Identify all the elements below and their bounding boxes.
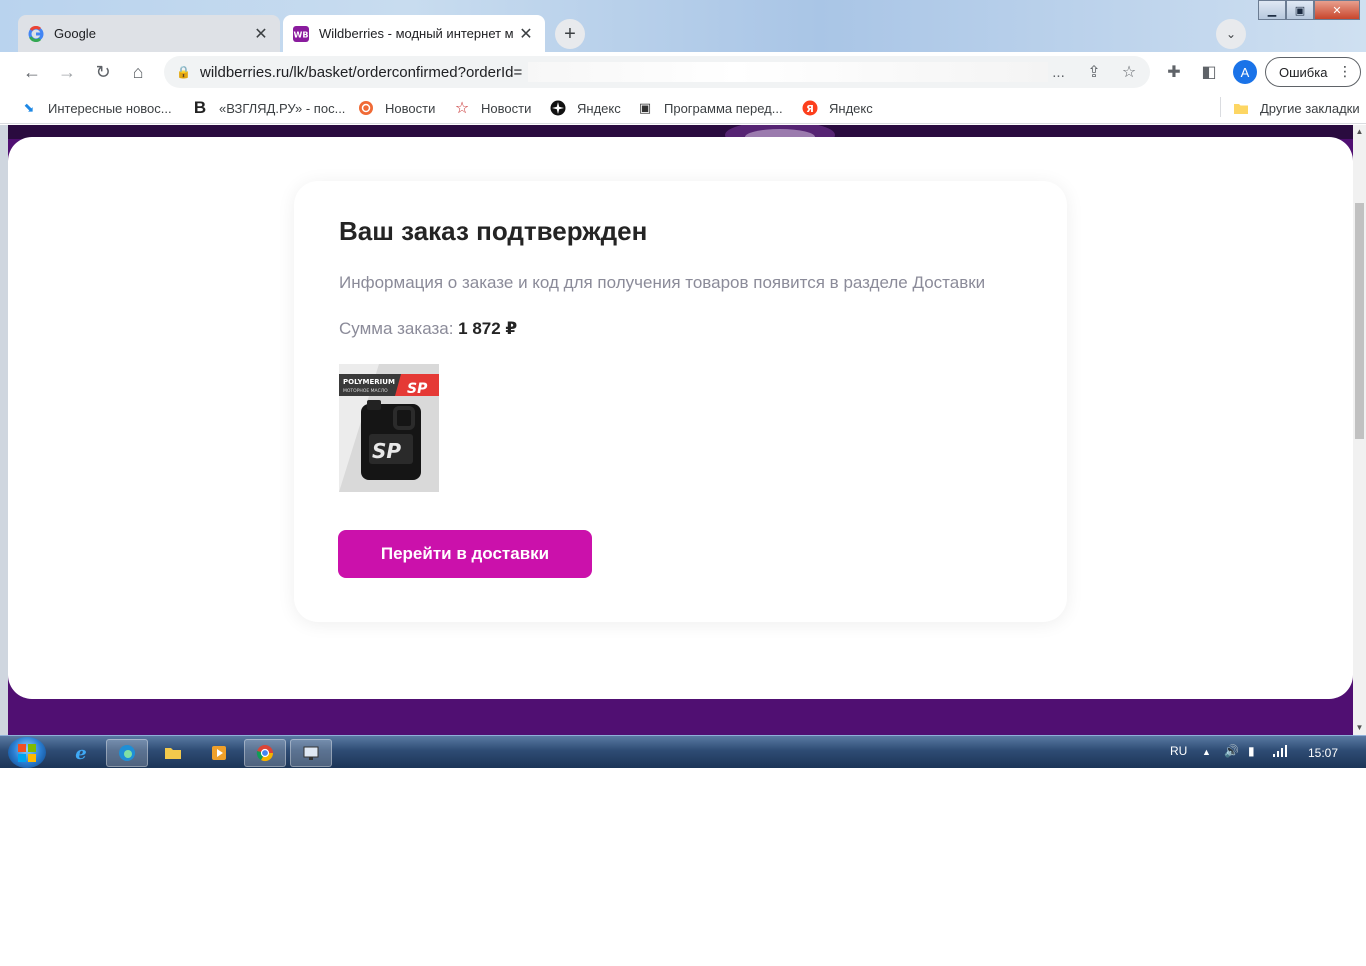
tab-wildberries[interactable]: WB Wildberries - модный интернет м ✕: [283, 15, 545, 52]
menu-dots-icon: ⋮: [1338, 63, 1352, 79]
minimize-icon[interactable]: ▁: [1258, 0, 1286, 20]
page-title: Ваш заказ подтвержден: [339, 216, 648, 246]
svg-text:WB: WB: [294, 30, 309, 39]
product-sub: МОТОРНОЕ МАСЛО: [343, 388, 388, 394]
close-icon[interactable]: ✕: [517, 25, 535, 43]
browser-tab-strip: Google ✕ WB Wildberries - модный интерне…: [0, 0, 1366, 52]
forward-arrow-icon[interactable]: →: [55, 60, 79, 84]
bookmark-item[interactable]: ☆ Новости: [453, 99, 532, 117]
internet-explorer-icon[interactable]: e: [60, 739, 102, 767]
news-icon: ⬊: [23, 100, 35, 115]
tab-search-chevron-icon[interactable]: ⌄: [1216, 19, 1246, 49]
tab-title: Wildberries - модный интернет м: [319, 26, 514, 41]
new-tab-button[interactable]: +: [555, 19, 585, 49]
bookmark-label: Новости: [481, 100, 532, 116]
volume-icon[interactable]: 🔊: [1224, 744, 1239, 758]
order-sum-value: 1 872 ₽: [458, 319, 518, 338]
vzglyad-icon: B: [193, 98, 207, 117]
yandex-compass-icon: [549, 99, 567, 117]
star-outline-icon: ☆: [454, 100, 470, 117]
address-bar[interactable]: 🔒 wildberries.ru/lk/basket/orderconfirme…: [164, 56, 1150, 88]
profile-avatar[interactable]: A: [1233, 60, 1257, 84]
star-icon[interactable]: ☆: [1119, 62, 1139, 82]
bookmark-item[interactable]: Новости: [357, 99, 435, 117]
error-button[interactable]: Ошибка ⋮: [1265, 57, 1361, 87]
scroll-down-arrow-icon[interactable]: ▼: [1355, 723, 1364, 732]
reload-icon[interactable]: ↻: [91, 60, 115, 84]
product-logo: SP: [407, 381, 428, 397]
tv-program-icon: ▣: [638, 100, 652, 115]
url-ellipsis: ...: [1052, 63, 1065, 81]
tab-google[interactable]: Google ✕: [18, 15, 280, 52]
extensions-puzzle-icon[interactable]: ✚: [1164, 62, 1184, 82]
other-bookmarks[interactable]: Другие закладки: [1232, 99, 1360, 117]
network-signal-icon[interactable]: [1272, 744, 1288, 761]
order-info-text: Информация о заказе и код для получения …: [339, 273, 986, 292]
window-close-icon[interactable]: ✕: [1314, 0, 1360, 20]
window-controls: ▁ ▣ ✕: [1258, 0, 1360, 20]
scrollbar-thumb[interactable]: [1355, 203, 1364, 439]
edge-icon[interactable]: [106, 739, 148, 767]
page-viewport: Ваш заказ подтвержден Информация о заказ…: [0, 125, 1366, 735]
bookmark-item[interactable]: ▣ Программа перед...: [636, 99, 783, 117]
news-globe-icon: [357, 99, 375, 117]
close-icon[interactable]: ✕: [252, 25, 270, 43]
bookmarks-separator: [1220, 97, 1221, 117]
folder-icon: [1232, 99, 1250, 117]
clock[interactable]: 15:07: [1308, 746, 1338, 760]
bookmark-label: Другие закладки: [1260, 100, 1360, 116]
bookmark-label: Интересные новос...: [48, 100, 172, 116]
file-explorer-icon[interactable]: [152, 739, 194, 767]
tab-title: Google: [54, 26, 96, 41]
tray-expand-icon[interactable]: ▲: [1202, 747, 1211, 757]
error-label: Ошибка: [1279, 64, 1328, 80]
power-icon[interactable]: ▮: [1248, 744, 1255, 758]
share-icon[interactable]: ⇪: [1084, 62, 1104, 82]
bookmark-item[interactable]: B «ВЗГЛЯД.РУ» - пос...: [191, 98, 346, 117]
svg-text:e: e: [75, 743, 86, 763]
bookmark-item[interactable]: Я Яндекс: [801, 99, 873, 117]
language-indicator[interactable]: RU: [1170, 744, 1187, 758]
go-to-deliveries-button[interactable]: Перейти в доставки: [338, 530, 592, 578]
bookmark-label: «ВЗГЛЯД.РУ» - пос...: [219, 100, 346, 116]
google-icon: [28, 25, 44, 42]
bookmark-item[interactable]: Яндекс: [549, 99, 621, 117]
canister-logo: SP: [372, 439, 401, 463]
wildberries-icon: WB: [293, 25, 309, 42]
product-brand: POLYMERIUM: [343, 378, 395, 386]
side-panel-icon[interactable]: ◧: [1199, 62, 1219, 82]
remote-desktop-icon[interactable]: [290, 739, 332, 767]
bookmark-label: Новости: [385, 100, 436, 116]
yandex-icon: Я: [801, 99, 819, 117]
bookmarks-bar: ⬊ Интересные новос... B «ВЗГЛЯД.РУ» - по…: [0, 92, 1366, 124]
browser-toolbar: ← → ↻ ⌂ 🔒 wildberries.ru/lk/basket/order…: [0, 52, 1366, 92]
chrome-icon[interactable]: [244, 739, 286, 767]
start-button[interactable]: [8, 737, 46, 768]
media-player-icon[interactable]: [198, 739, 240, 767]
lock-icon: 🔒: [176, 65, 191, 79]
order-confirmed-card: Ваш заказ подтвержден Информация о заказ…: [294, 181, 1067, 622]
windows-taskbar: e RU ▲ 🔊 ▮ 15:07: [0, 735, 1366, 768]
order-sum-label: Сумма заказа:: [339, 319, 454, 338]
home-icon[interactable]: ⌂: [126, 60, 150, 84]
svg-text:Я: Я: [806, 104, 814, 115]
bookmark-label: Яндекс: [577, 100, 621, 116]
windows-logo-icon: [18, 743, 36, 762]
back-arrow-icon[interactable]: ←: [20, 60, 44, 84]
scroll-up-arrow-icon[interactable]: ▲: [1355, 127, 1364, 136]
maximize-icon[interactable]: ▣: [1286, 0, 1314, 20]
url-text: wildberries.ru/lk/basket/orderconfirmed?…: [200, 63, 523, 81]
product-thumbnail[interactable]: POLYMERIUM МОТОРНОЕ МАСЛО SP SP: [339, 364, 439, 492]
content-panel: Ваш заказ подтвержден Информация о заказ…: [8, 137, 1353, 699]
order-sum: Сумма заказа: 1 872 ₽: [339, 319, 517, 339]
bookmark-label: Яндекс: [829, 100, 873, 116]
left-edge-strip: [0, 125, 8, 735]
page-scrollbar[interactable]: ▲ ▼: [1353, 125, 1366, 735]
bookmark-label: Программа перед...: [664, 100, 783, 116]
bookmark-item[interactable]: ⬊ Интересные новос...: [20, 99, 172, 117]
redacted-url-part: [528, 62, 1049, 82]
